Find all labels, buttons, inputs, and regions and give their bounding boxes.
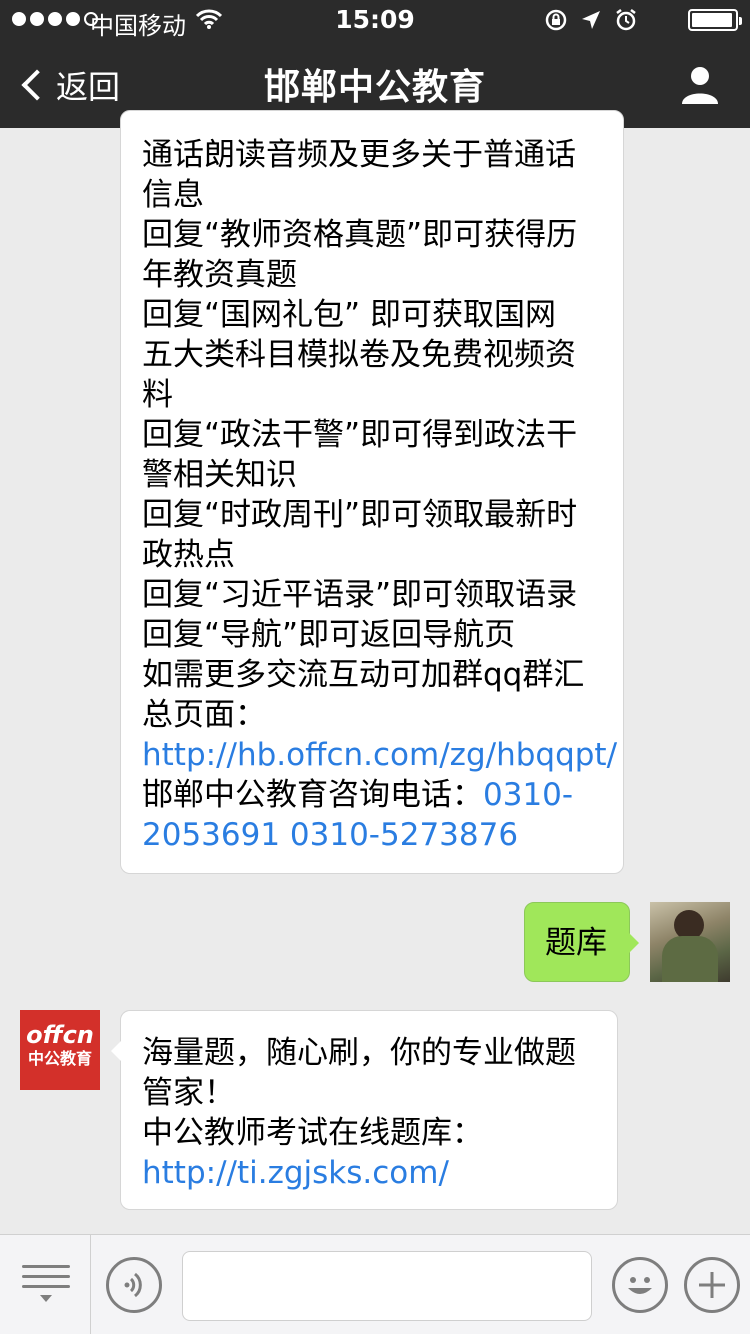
- message-line: 回复“教师资格真题”即可获得历: [142, 215, 623, 255]
- message-line: 邯郸中公教育咨询电话：0310-: [142, 775, 623, 815]
- message-link[interactable]: http://hb.offcn.com/zg/hbqqpt/: [142, 735, 623, 775]
- message-line-text[interactable]: http://hb.offcn.com/zg/hbqqpt/: [142, 737, 617, 773]
- message-line-text: 料: [142, 377, 173, 413]
- message-line: 总页面：: [142, 695, 623, 735]
- plus-icon[interactable]: [684, 1257, 740, 1313]
- offcn-avatar[interactable]: offcn 中公教育: [20, 1010, 100, 1090]
- message-line: 中公教师考试在线题库：: [142, 1113, 617, 1153]
- toolbar-divider: [90, 1235, 91, 1334]
- message-line: 回复“政法干警”即可得到政法干: [142, 415, 623, 455]
- message-line-text: 如需更多交流互动可加群qq群汇: [142, 657, 585, 693]
- message-line-text: 中公教师考试在线题库：: [142, 1115, 483, 1151]
- message-line-text: 回复“习近平语录”即可领取语录: [142, 577, 578, 613]
- message-link[interactable]: http://ti.zgjsks.com/: [142, 1153, 617, 1193]
- bubble-tail: [629, 933, 639, 953]
- message-line: 回复“国网礼包” 即可获取国网: [142, 295, 623, 335]
- message-line-text: 回复“导航”即可返回导航页: [142, 617, 516, 653]
- profile-icon[interactable]: [680, 64, 720, 104]
- message-line: 管家！: [142, 1073, 617, 1113]
- message-line-text[interactable]: 2053691 0310-5273876: [142, 817, 518, 853]
- status-bar: 中国移动 15:09: [0, 0, 750, 40]
- message-line-text: 回复“国网礼包” 即可获取国网: [142, 297, 556, 333]
- message-input[interactable]: [182, 1251, 592, 1321]
- message-line: 政热点: [142, 535, 623, 575]
- message-bubble[interactable]: 通话朗读音频及更多关于普通话 信息回复“教师资格真题”即可获得历 年教资真题回复“国…: [120, 110, 624, 874]
- message-link[interactable]: 2053691 0310-5273876: [142, 815, 623, 855]
- offcn-logo: offcn: [26, 1021, 94, 1049]
- user-avatar[interactable]: [650, 902, 730, 982]
- bubble-tail: [111, 1041, 121, 1061]
- alarm-icon: [614, 8, 638, 38]
- message-line: 信息: [142, 175, 623, 215]
- message-line: 如需更多交流互动可加群qq群汇: [142, 655, 623, 695]
- message-line-text: 回复“教师资格真题”即可获得历: [142, 217, 578, 253]
- message-line: 通话朗读音频及更多关于普通话: [142, 135, 623, 175]
- message-line-text: 警相关知识: [142, 457, 297, 493]
- menu-icon[interactable]: [22, 1265, 70, 1311]
- message-line: 料: [142, 375, 623, 415]
- message-line: 海量题，随心刷，你的专业做题: [142, 1033, 617, 1073]
- voice-icon[interactable]: [106, 1257, 162, 1313]
- message-line-text: 总页面：: [142, 697, 266, 733]
- message-line-text: 五大类科目模拟卷及免费视频资: [142, 337, 576, 373]
- message-line-text: 年教资真题: [142, 257, 297, 293]
- message-line: 年教资真题: [142, 255, 623, 295]
- message-bubble[interactable]: 海量题，随心刷，你的专业做题 管家！ 中公教师考试在线题库： http://ti.zg…: [111, 1010, 618, 1210]
- message-bubble-user[interactable]: 题库: [524, 902, 639, 982]
- input-toolbar: [0, 1234, 750, 1334]
- message-line: 回复“习近平语录”即可领取语录: [142, 575, 623, 615]
- message-line-text: 回复“政法干警”即可得到政法干: [142, 417, 578, 453]
- message-line-text: 管家！: [142, 1075, 235, 1111]
- page-title: 邯郸中公教育: [263, 67, 486, 108]
- message-text: 题库: [545, 925, 607, 961]
- location-arrow-icon: [580, 9, 602, 37]
- message-line-text: 回复“时政周刊”即可领取最新时: [142, 497, 578, 533]
- message-line: 回复“时政周刊”即可领取最新时: [142, 495, 623, 535]
- battery-icon: [688, 9, 742, 31]
- message-line-text: 邯郸中公教育咨询电话：: [142, 777, 483, 813]
- phone-link[interactable]: 0310-: [483, 777, 573, 813]
- message-line-text: 政热点: [142, 537, 235, 573]
- lock-rotation-icon: [544, 8, 568, 38]
- message-line-text: 信息: [142, 177, 204, 213]
- message-line: 回复“导航”即可返回导航页: [142, 615, 623, 655]
- message-line: 警相关知识: [142, 455, 623, 495]
- message-line-text: 海量题，随心刷，你的专业做题: [142, 1035, 576, 1071]
- emoji-icon[interactable]: [612, 1257, 668, 1313]
- message-line: 五大类科目模拟卷及免费视频资: [142, 335, 623, 375]
- message-line-text[interactable]: http://ti.zgjsks.com/: [142, 1155, 449, 1191]
- offcn-logo-cn: 中公教育: [27, 1049, 92, 1068]
- message-line-text: 通话朗读音频及更多关于普通话: [142, 137, 576, 173]
